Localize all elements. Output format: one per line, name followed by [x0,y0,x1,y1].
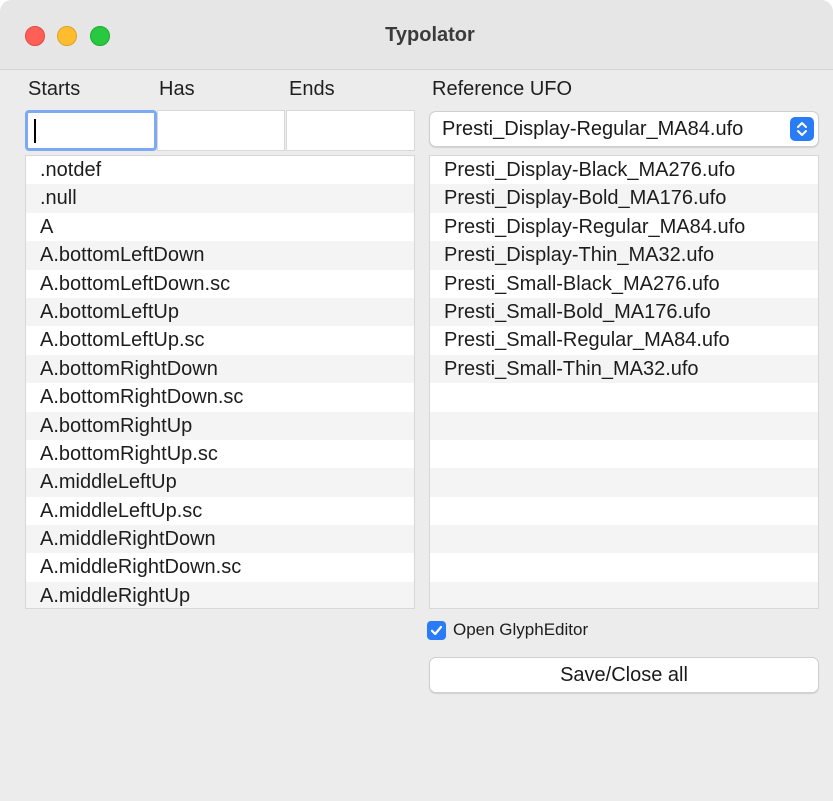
has-label: Has [159,78,195,100]
starts-label: Starts [28,78,81,100]
starts-input[interactable] [28,113,154,148]
text-caret [34,119,36,143]
window-title: Typolator [385,24,475,46]
glyph-list-item[interactable]: A.middleLeftUp.sc [26,496,414,526]
glyph-list-item[interactable]: A.bottomRightDown [26,354,414,384]
ufo-list-item[interactable]: Presti_Small-Bold_MA176.ufo [430,297,818,327]
save-close-all-button[interactable]: Save/Close all [429,657,819,693]
glyph-list-item[interactable]: A.bottomLeftDown [26,241,414,270]
title-bar: Typolator [0,0,833,70]
glyph-list-item[interactable]: .null [26,184,414,213]
ufo-list-item[interactable]: Presti_Display-Black_MA276.ufo [430,156,818,185]
ufo-list-item[interactable]: Presti_Display-Bold_MA176.ufo [430,184,818,213]
glyph-list-item[interactable]: A.bottomLeftUp [26,297,414,327]
ends-label: Ends [289,78,335,100]
ends-input-field[interactable] [286,110,415,151]
glyph-list-item[interactable]: A.middleLeftUp [26,468,414,497]
ufo-list-item[interactable]: Presti_Small-Thin_MA32.ufo [430,354,818,384]
glyph-list-item[interactable]: A.bottomLeftDown.sc [26,269,414,298]
has-input[interactable] [158,111,284,150]
app-window: Typolator Starts Has Ends Reference UFO … [0,0,833,801]
open-glyph-editor-checkbox[interactable] [427,621,446,640]
glyph-list-item[interactable]: A.bottomLeftUp.sc [26,326,414,355]
glyph-list-item[interactable]: A.bottomRightUp [26,411,414,440]
reference-ufo-popup[interactable]: Presti_Display-Regular_MA84.ufo [429,111,819,147]
ufo-list-item[interactable]: Presti_Small-Black_MA276.ufo [430,269,818,298]
glyph-list-item[interactable]: A [26,212,414,242]
ends-input[interactable] [287,111,414,150]
glyph-list-item[interactable]: A.bottomRightDown.sc [26,383,414,412]
ufo-list-item[interactable] [430,581,818,608]
has-input-field[interactable] [157,110,285,151]
ufo-list-item[interactable]: Presti_Display-Thin_MA32.ufo [430,241,818,270]
glyph-list-item[interactable]: .notdef [26,156,414,185]
reference-ufo-selected: Presti_Display-Regular_MA84.ufo [442,118,744,140]
updown-chevron-icon[interactable] [790,117,814,141]
ufo-list-item[interactable]: Presti_Small-Regular_MA84.ufo [430,326,818,355]
glyph-list[interactable]: .notdef .null A A.bottomLeftDown A.bottomLef… [25,155,415,609]
ufo-list-item[interactable]: Presti_Display-Regular_MA84.ufo [430,212,818,242]
glyph-list-item[interactable]: A.middleRightUp [26,581,414,608]
ufo-list-item[interactable] [430,525,818,554]
ufo-list[interactable]: Presti_Display-Black_MA276.ufo Presti_Dis… [429,155,819,609]
ufo-list-item[interactable] [430,383,818,412]
starts-input-field[interactable] [25,110,157,151]
ufo-list-item[interactable] [430,411,818,440]
ufo-list-item[interactable] [430,468,818,497]
glyph-list-item[interactable]: A.bottomRightUp.sc [26,439,414,469]
glyph-list-item[interactable]: A.middleRightDown [26,525,414,554]
ufo-list-item[interactable] [430,439,818,469]
glyph-list-item[interactable]: A.middleRightDown.sc [26,553,414,582]
checkmark-icon [430,625,443,636]
ufo-list-item[interactable] [430,496,818,526]
ufo-list-item[interactable] [430,553,818,582]
open-glyph-editor-label: Open GlyphEditor [453,620,589,639]
reference-ufo-label: Reference UFO [432,78,573,100]
